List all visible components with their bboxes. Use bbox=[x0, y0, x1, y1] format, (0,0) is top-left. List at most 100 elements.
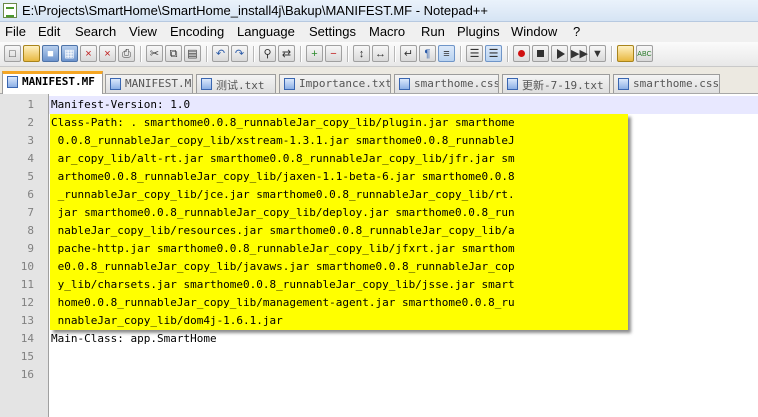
tab-label: smarthome.css bbox=[414, 77, 499, 90]
code-line[interactable]: Main-Class: app.SmartHome bbox=[51, 330, 217, 348]
find-icon[interactable]: ⚲ bbox=[259, 45, 276, 62]
close-icon[interactable]: × bbox=[80, 45, 97, 62]
line-number: 8 bbox=[27, 224, 34, 237]
menu-search[interactable]: Search bbox=[75, 24, 116, 39]
stop-record-icon[interactable] bbox=[532, 45, 549, 62]
menu-settings[interactable]: Settings bbox=[309, 24, 356, 39]
save-icon[interactable]: ■ bbox=[42, 45, 59, 62]
record-macro-icon[interactable] bbox=[513, 45, 530, 62]
sync-horizontal-icon[interactable]: ↔ bbox=[372, 45, 389, 62]
tab-manifest-active[interactable]: MANIFEST.MF bbox=[2, 71, 103, 94]
menu-file[interactable]: File bbox=[5, 24, 26, 39]
code-line[interactable]: home0.0.8_runnableJar_copy_lib/managemen… bbox=[51, 294, 515, 312]
toolbar-separator bbox=[460, 46, 462, 62]
file-icon bbox=[110, 78, 121, 90]
replace-icon[interactable]: ⇄ bbox=[278, 45, 295, 62]
tab-label: Importance.txt bbox=[299, 77, 391, 90]
copy-icon[interactable]: ⧉ bbox=[165, 45, 182, 62]
tab-smarthome-css[interactable]: smarthome.css bbox=[394, 74, 499, 93]
code-line[interactable]: nnableJar_copy_lib/dom4j-1.6.1.jar bbox=[51, 312, 283, 330]
zoom-out-icon[interactable]: − bbox=[325, 45, 342, 62]
notepad-app-icon bbox=[3, 3, 17, 18]
file-icon bbox=[399, 78, 410, 90]
save-macro-icon[interactable]: ▼ bbox=[589, 45, 606, 62]
save-all-icon[interactable]: ▦ bbox=[61, 45, 78, 62]
code-line[interactable]: _runnableJar_copy_lib/jce.jar smarthome0… bbox=[51, 186, 515, 204]
undo-icon[interactable]: ↶ bbox=[212, 45, 229, 62]
indent-guide-icon[interactable]: ≡ bbox=[438, 45, 455, 62]
code-line[interactable]: Class-Path: . smarthome0.0.8_runnableJar… bbox=[51, 114, 515, 132]
toolbar-separator bbox=[206, 46, 208, 62]
menu-language[interactable]: Language bbox=[237, 24, 295, 39]
code-line[interactable]: nableJar_copy_lib/resources.jar smarthom… bbox=[51, 222, 515, 240]
play-macro-icon[interactable] bbox=[551, 45, 568, 62]
menu-encoding[interactable]: Encoding bbox=[170, 24, 224, 39]
line-number: 16 bbox=[20, 368, 34, 381]
line-number: 9 bbox=[27, 242, 34, 255]
menu-help[interactable]: ? bbox=[573, 24, 580, 39]
code-line[interactable]: pache-http.jar smarthome0.0.8_runnableJa… bbox=[51, 240, 515, 258]
toolbar-separator bbox=[394, 46, 396, 62]
menu-window[interactable]: Window bbox=[511, 24, 557, 39]
code-line[interactable]: e0.0.8_runnableJar_copy_lib/javaws.jar s… bbox=[51, 258, 515, 276]
user-language-icon[interactable]: ☰ bbox=[466, 45, 483, 62]
tab-update-7-19[interactable]: 更新-7-19.txt bbox=[502, 74, 610, 93]
menu-macro[interactable]: Macro bbox=[369, 24, 405, 39]
line-number: 15 bbox=[20, 350, 34, 363]
line-number: 7 bbox=[27, 206, 34, 219]
open-file-icon[interactable] bbox=[23, 45, 40, 62]
print-icon[interactable]: ⎙ bbox=[118, 45, 135, 62]
tab-manifest[interactable]: MANIFEST.MF bbox=[105, 74, 193, 93]
plugin-icon[interactable] bbox=[617, 45, 634, 62]
tab-label: 更新-7-19.txt bbox=[522, 79, 604, 92]
line-number: 6 bbox=[27, 188, 34, 201]
line-number: 14 bbox=[20, 332, 34, 345]
code-line[interactable]: jar smarthome0.0.8_runnableJar_copy_lib/… bbox=[51, 204, 515, 222]
close-all-icon[interactable]: × bbox=[99, 45, 116, 62]
line-number: 5 bbox=[27, 170, 34, 183]
line-number: 3 bbox=[27, 134, 34, 147]
file-icon bbox=[618, 78, 629, 90]
toolbar-separator bbox=[140, 46, 142, 62]
new-file-icon[interactable]: □ bbox=[4, 45, 21, 62]
tab-importance[interactable]: Importance.txt bbox=[279, 74, 391, 93]
zoom-in-icon[interactable]: + bbox=[306, 45, 323, 62]
window-title: E:\Projects\SmartHome\SmartHome_install4… bbox=[22, 3, 488, 18]
tab-label: smarthome.css bbox=[633, 77, 720, 90]
show-all-chars-icon[interactable]: ¶ bbox=[419, 45, 436, 62]
code-line[interactable]: y_lib/charsets.jar smarthome0.0.8_runnab… bbox=[51, 276, 515, 294]
menu-view[interactable]: View bbox=[129, 24, 157, 39]
code-line[interactable]: ar_copy_lib/alt-rt.jar smarthome0.0.8_ru… bbox=[51, 150, 515, 168]
line-number: 13 bbox=[20, 314, 34, 327]
code-line[interactable]: 0.0.8_runnableJar_copy_lib/xstream-1.3.1… bbox=[51, 132, 515, 150]
tab-smarthome-css-2[interactable]: smarthome.css bbox=[613, 74, 720, 93]
editor-area[interactable]: 1 2 3 4 5 6 7 8 9 10 11 12 13 14 15 16 M… bbox=[0, 94, 758, 417]
line-number: 2 bbox=[27, 116, 34, 129]
code-line[interactable]: Manifest-Version: 1.0 bbox=[51, 96, 190, 114]
word-wrap-icon[interactable]: ↵ bbox=[400, 45, 417, 62]
file-icon bbox=[201, 78, 212, 90]
code-line[interactable]: arthome0.0.8_runnableJar_copy_lib/jaxen-… bbox=[51, 168, 515, 186]
paste-icon[interactable]: ▤ bbox=[184, 45, 201, 62]
tab-test[interactable]: 测试.txt bbox=[196, 74, 276, 93]
spellcheck-icon[interactable]: ABC bbox=[636, 45, 653, 62]
tab-label: MANIFEST.MF bbox=[22, 75, 95, 88]
menu-edit[interactable]: Edit bbox=[38, 24, 60, 39]
menu-run[interactable]: Run bbox=[421, 24, 445, 39]
function-list-icon[interactable]: ☰ bbox=[485, 45, 502, 62]
sync-vertical-icon[interactable]: ↕ bbox=[353, 45, 370, 62]
menu-plugins[interactable]: Plugins bbox=[457, 24, 500, 39]
title-bar: E:\Projects\SmartHome\SmartHome_install4… bbox=[0, 0, 758, 22]
redo-icon[interactable]: ↷ bbox=[231, 45, 248, 62]
tab-label: 测试.txt bbox=[216, 79, 265, 92]
toolbar-separator bbox=[347, 46, 349, 62]
play-multiple-icon[interactable]: ▶▶ bbox=[570, 45, 588, 62]
file-icon bbox=[7, 76, 18, 88]
line-number: 4 bbox=[27, 152, 34, 165]
menu-bar: File Edit Search View Encoding Language … bbox=[0, 22, 758, 42]
toolbar-separator bbox=[253, 46, 255, 62]
cut-icon[interactable]: ✂ bbox=[146, 45, 163, 62]
file-icon bbox=[284, 78, 295, 90]
line-number: 12 bbox=[20, 296, 34, 309]
toolbar-separator bbox=[507, 46, 509, 62]
